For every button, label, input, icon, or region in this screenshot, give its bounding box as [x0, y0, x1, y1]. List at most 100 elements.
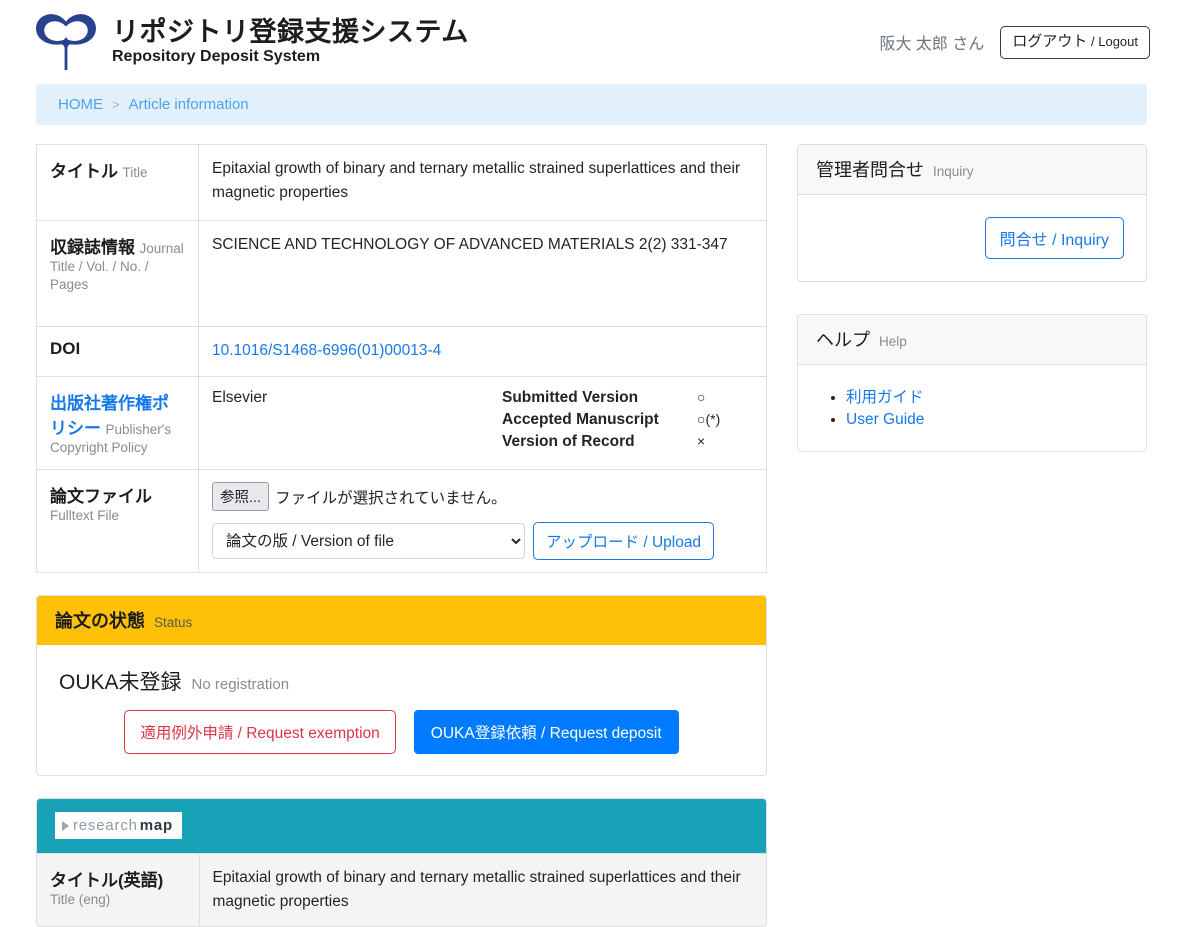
value-cell-policy: Elsevier Submitted Version ○ Accepted Ma… [199, 377, 767, 470]
label-cell-policy: 出版社著作権ポリシー Publisher's Copyright Policy [37, 377, 199, 470]
researchmap-logo-light: research [73, 817, 138, 834]
policy-version-row: Version of Record × [502, 433, 753, 451]
value-cell-rm-title: Epitaxial growth of binary and ternary m… [199, 854, 766, 927]
researchmap-card-header: researchmap [37, 799, 766, 853]
status-card: 論文の状態 Status OUKA未登録 No registration 適用例… [36, 595, 767, 776]
label-cell-fulltext: 論文ファイル Fulltext File [37, 470, 199, 573]
status-state: OUKA未登録 No registration [59, 666, 744, 696]
breadcrumb-home-link[interactable]: HOME [58, 96, 103, 113]
label-title-en: Title [122, 165, 147, 180]
policy-publisher: Elsevier [212, 389, 502, 451]
label-doi-jp: DOI [50, 339, 80, 358]
label-title-jp: タイトル [50, 162, 118, 181]
researchmap-logo-bold: map [140, 817, 173, 834]
doi-link[interactable]: 10.1016/S1468-6996(01)00013-4 [212, 342, 441, 359]
main-column: タイトル Title Epitaxial growth of binary an… [36, 144, 767, 927]
breadcrumb-current-link[interactable]: Article information [129, 96, 249, 113]
label-fulltext-en: Fulltext File [50, 508, 119, 523]
request-exemption-button[interactable]: 適用例外申請 / Request exemption [124, 710, 395, 754]
value-cell-journal: SCIENCE AND TECHNOLOGY OF ADVANCED MATER… [199, 221, 767, 327]
page-body: タイトル Title Epitaxial growth of binary an… [0, 125, 1183, 927]
table-row-fulltext: 論文ファイル Fulltext File 参照... ファイルが選択されていませ… [37, 470, 767, 573]
sidebar-column: 管理者問合せ Inquiry 問合せ / Inquiry ヘルプ Help 利用… [797, 144, 1147, 452]
help-link-user-guide-jp[interactable]: 利用ガイド [846, 389, 924, 406]
status-card-body: OUKA未登録 No registration 適用例外申請 / Request… [37, 645, 766, 775]
status-header-en: Status [154, 615, 192, 630]
brand-title-en: Repository Deposit System [112, 49, 469, 65]
version-of-file-select[interactable]: 論文の版 / Version of file [212, 523, 525, 559]
value-cell-doi: 10.1016/S1468-6996(01)00013-4 [199, 327, 767, 377]
inquiry-card: 管理者問合せ Inquiry 問合せ / Inquiry [797, 144, 1147, 282]
upload-separator: / [639, 534, 652, 551]
policy-version-list: Submitted Version ○ Accepted Manuscript … [502, 389, 753, 451]
site-header: リポジトリ登録支援システム Repository Deposit System … [0, 0, 1183, 84]
inquiry-header-en: Inquiry [933, 164, 974, 179]
file-upload-row: 論文の版 / Version of file アップロード / Upload [212, 522, 753, 560]
table-row-doi: DOI 10.1016/S1468-6996(01)00013-4 [37, 327, 767, 377]
value-cell-fulltext: 参照... ファイルが選択されていません。 論文の版 / Version of … [199, 470, 767, 573]
label-cell-rm-title: タイトル(英語) Title (eng) [37, 854, 199, 927]
status-card-header: 論文の状態 Status [37, 596, 766, 645]
help-link-user-guide-en[interactable]: User Guide [846, 411, 924, 428]
logout-separator: / [1087, 34, 1098, 49]
list-item: User Guide [846, 411, 1124, 429]
logout-label-jp: ログアウト [1012, 33, 1087, 50]
policy-version-name: Version of Record [502, 433, 697, 451]
table-row-policy: 出版社著作権ポリシー Publisher's Copyright Policy … [37, 377, 767, 470]
policy-version-mark: ○ [697, 389, 705, 405]
breadcrumb: HOME > Article information [36, 84, 1147, 125]
label-cell-title: タイトル Title [37, 145, 199, 221]
brand[interactable]: リポジトリ登録支援システム Repository Deposit System [33, 13, 469, 71]
brand-text: リポジトリ登録支援システム Repository Deposit System [112, 19, 469, 65]
policy-wrap: Elsevier Submitted Version ○ Accepted Ma… [212, 389, 753, 451]
help-card: ヘルプ Help 利用ガイド User Guide [797, 314, 1147, 452]
help-link-list: 利用ガイド User Guide [820, 385, 1124, 429]
breadcrumb-separator: > [112, 97, 120, 112]
label-fulltext-jp: 論文ファイル [50, 487, 152, 506]
status-state-jp: OUKA未登録 [59, 666, 182, 696]
researchmap-table: タイトル(英語) Title (eng) Epitaxial growth of… [37, 853, 766, 926]
upload-button[interactable]: アップロード / Upload [533, 522, 714, 560]
label-journal-jp: 収録誌情報 [50, 238, 135, 257]
policy-version-row: Submitted Version ○ [502, 389, 753, 407]
logout-label-en: Logout [1098, 34, 1138, 49]
status-header-jp: 論文の状態 [55, 607, 145, 633]
policy-version-mark: ○(*) [697, 411, 720, 427]
label-rm-title-jp: タイトル(英語) [50, 871, 163, 890]
header-right: 阪大 太郎 さん ログアウト / Logout [879, 26, 1150, 59]
brand-title-jp: リポジトリ登録支援システム [112, 19, 469, 46]
policy-version-mark: × [697, 433, 705, 449]
file-selection-status: ファイルが選択されていません。 [275, 486, 507, 508]
list-item: 利用ガイド [846, 385, 1124, 407]
help-card-header: ヘルプ Help [798, 315, 1146, 365]
help-card-body: 利用ガイド User Guide [798, 365, 1146, 451]
policy-version-row: Accepted Manuscript ○(*) [502, 411, 753, 429]
browse-file-button[interactable]: 参照... [212, 482, 269, 511]
label-cell-journal: 収録誌情報 Journal Title / Vol. / No. / Pages [37, 221, 199, 327]
user-name: 阪大 太郎 さん [879, 30, 984, 54]
inquiry-card-header: 管理者問合せ Inquiry [798, 145, 1146, 195]
inquiry-card-body: 問合せ / Inquiry [798, 195, 1146, 281]
status-actions: 適用例外申請 / Request exemption OUKA登録依頼 / Re… [59, 710, 744, 754]
request-deposit-button[interactable]: OUKA登録依頼 / Request deposit [414, 710, 679, 754]
file-picker-row: 参照... ファイルが選択されていません。 [212, 482, 753, 511]
policy-version-name: Accepted Manuscript [502, 411, 697, 429]
logout-button[interactable]: ログアウト / Logout [1000, 26, 1150, 59]
inquiry-header-jp: 管理者問合せ [816, 156, 924, 182]
label-cell-doi: DOI [37, 327, 199, 377]
table-row: タイトル(英語) Title (eng) Epitaxial growth of… [37, 854, 766, 927]
researchmap-card: researchmap タイトル(英語) Title (eng) Epitaxi… [36, 798, 767, 927]
status-state-en: No registration [192, 676, 290, 693]
help-header-jp: ヘルプ [816, 326, 870, 352]
help-header-en: Help [879, 334, 907, 349]
table-row-journal: 収録誌情報 Journal Title / Vol. / No. / Pages… [37, 221, 767, 327]
policy-version-name: Submitted Version [502, 389, 697, 407]
inquiry-button[interactable]: 問合せ / Inquiry [985, 217, 1124, 259]
article-info-table: タイトル Title Epitaxial growth of binary an… [36, 144, 767, 573]
label-rm-title-en: Title (eng) [50, 892, 110, 907]
researchmap-logo-icon: researchmap [55, 812, 182, 839]
upload-label-jp: アップロード [546, 534, 639, 551]
osaka-university-logo-icon [33, 13, 99, 71]
value-cell-title: Epitaxial growth of binary and ternary m… [199, 145, 767, 221]
play-triangle-icon [62, 821, 69, 831]
